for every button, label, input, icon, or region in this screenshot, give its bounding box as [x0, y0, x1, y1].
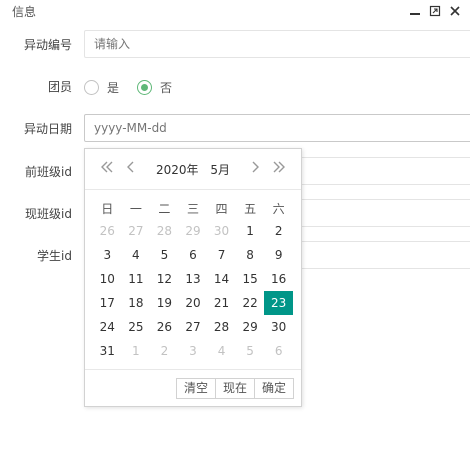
change-date-input[interactable]: [84, 114, 470, 142]
calendar-day[interactable]: 16: [264, 267, 293, 291]
confirm-button[interactable]: 确定: [253, 378, 294, 399]
calendar-day[interactable]: 19: [150, 291, 179, 315]
calendar-grid: 26 27 28 29 30 1 2 3 4 5 6 7 8 9 10 11 12 13 14 15 16 17 18 19 2…: [93, 219, 294, 363]
window-controls: [408, 4, 462, 18]
change-no-input[interactable]: [84, 30, 470, 58]
date-picker: 2020年 5月 日一二三四五六 26 27 28 29 30 1 2 3 4 5 6 7 8 9 10 11…: [84, 148, 302, 407]
calendar-day[interactable]: 6: [264, 339, 293, 363]
weekday-label: 四: [215, 202, 228, 216]
calendar-day[interactable]: 7: [207, 243, 236, 267]
calendar-day[interactable]: 21: [207, 291, 236, 315]
calendar-day[interactable]: 29: [179, 219, 208, 243]
calendar-week-row: 24 25 26 27 28 29 30: [93, 315, 294, 339]
calendar-day[interactable]: 22: [236, 291, 265, 315]
calendar-day[interactable]: 4: [207, 339, 236, 363]
calendar-day[interactable]: 5: [150, 243, 179, 267]
calendar-day[interactable]: 14: [207, 267, 236, 291]
weekday-label: 六: [272, 202, 285, 216]
curr-class-label: 现班级id: [25, 207, 72, 221]
prev-class-label: 前班级id: [25, 165, 72, 179]
calendar-day[interactable]: 17: [93, 291, 122, 315]
maximize-icon[interactable]: [428, 4, 442, 18]
radio-no[interactable]: 否: [137, 79, 172, 96]
radio-yes[interactable]: 是: [84, 79, 119, 96]
weekday-label: 日: [101, 202, 114, 216]
calendar-day[interactable]: 26: [150, 315, 179, 339]
form-row-change-date: 异动日期: [0, 112, 470, 146]
calendar-week-row: 31 1 2 3 4 5 6: [93, 339, 294, 363]
calendar-day[interactable]: 3: [93, 243, 122, 267]
calendar-day[interactable]: 30: [264, 315, 293, 339]
year-selector[interactable]: 2020年: [156, 163, 199, 177]
calendar-day[interactable]: 27: [122, 219, 151, 243]
calendar-day[interactable]: 28: [207, 315, 236, 339]
calendar-day[interactable]: 27: [179, 315, 208, 339]
radio-checked-icon: [137, 79, 153, 95]
calendar-day[interactable]: 12: [150, 267, 179, 291]
now-button[interactable]: 现在: [214, 378, 255, 399]
calendar-day[interactable]: 25: [122, 315, 151, 339]
calendar-day[interactable]: 4: [122, 243, 151, 267]
student-label: 学生id: [37, 249, 72, 263]
window-titlebar: 信息: [0, 0, 470, 22]
radio-circle-icon: [84, 79, 99, 95]
close-icon[interactable]: [448, 4, 462, 18]
weekday-header: 日一二三四五六: [93, 200, 293, 217]
calendar-day[interactable]: 24: [93, 315, 122, 339]
calendar-day-selected[interactable]: 23: [264, 291, 293, 315]
calendar-day[interactable]: 13: [179, 267, 208, 291]
calendar-day[interactable]: 1: [236, 219, 265, 243]
weekday-label: 二: [158, 202, 171, 216]
minimize-icon[interactable]: [408, 4, 422, 18]
calendar-day[interactable]: 18: [122, 291, 151, 315]
date-picker-header: 2020年 5月: [85, 149, 301, 190]
calendar-day[interactable]: 2: [150, 339, 179, 363]
next-year-icon[interactable]: [271, 159, 287, 179]
calendar-day[interactable]: 1: [122, 339, 151, 363]
calendar-day[interactable]: 10: [93, 267, 122, 291]
calendar-day[interactable]: 29: [236, 315, 265, 339]
league-member-label: 团员: [47, 80, 72, 94]
weekday-label: 五: [244, 202, 257, 216]
month-selector[interactable]: 5月: [210, 163, 230, 177]
change-date-label: 异动日期: [23, 122, 72, 136]
radio-yes-label: 是: [107, 80, 120, 95]
window-title: 信息: [12, 5, 37, 19]
date-picker-footer: 清空 现在 确定: [85, 369, 301, 406]
calendar-day[interactable]: 15: [236, 267, 265, 291]
radio-no-label: 否: [160, 80, 173, 95]
calendar-day[interactable]: 26: [93, 219, 122, 243]
calendar-day[interactable]: 30: [207, 219, 236, 243]
calendar-week-row: 17 18 19 20 21 22 23: [93, 291, 294, 315]
weekday-label: 一: [129, 202, 142, 216]
calendar-day[interactable]: 3: [179, 339, 208, 363]
next-month-icon[interactable]: [249, 159, 261, 179]
form-row-change-no: 异动编号: [0, 28, 470, 62]
calendar-week-row: 3456789: [93, 243, 294, 267]
change-no-label: 异动编号: [23, 38, 72, 52]
calendar-day[interactable]: 5: [236, 339, 265, 363]
calendar-day[interactable]: 8: [236, 243, 265, 267]
calendar-day[interactable]: 2: [264, 219, 293, 243]
calendar-day[interactable]: 20: [179, 291, 208, 315]
calendar-day[interactable]: 31: [93, 339, 122, 363]
calendar-day[interactable]: 28: [150, 219, 179, 243]
calendar-day[interactable]: 11: [122, 267, 151, 291]
form-row-league-member: 团员 是 否: [0, 70, 470, 104]
clear-button[interactable]: 清空: [175, 378, 216, 399]
league-member-radio-group: 是 否: [84, 70, 190, 104]
calendar-week-row: 10 11 12 13 14 15 16: [93, 267, 294, 291]
calendar-week-row: 26 27 28 29 30 1 2: [93, 219, 294, 243]
year-month-display: 2020年 5月: [85, 161, 301, 178]
calendar-day[interactable]: 6: [179, 243, 208, 267]
calendar-day[interactable]: 9: [264, 243, 293, 267]
weekday-label: 三: [186, 202, 199, 216]
